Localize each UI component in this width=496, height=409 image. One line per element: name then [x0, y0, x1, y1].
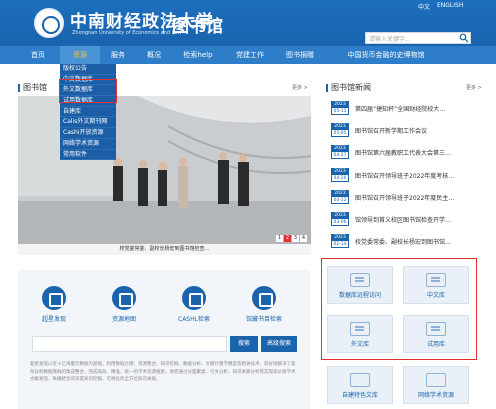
news-date: 2023 04-20: [331, 168, 349, 182]
nav-party-building[interactable]: 党建工作: [228, 46, 272, 64]
tool-label: 资源地图: [111, 316, 136, 323]
photo-caption[interactable]: 校党委常委、副校长杨宏到图书馆检查…: [18, 244, 311, 255]
tool-cashl[interactable]: CASHL检索: [168, 286, 220, 323]
news-item[interactable]: 2023 05-05 图书馆召开新学期工作会议: [331, 123, 481, 138]
tile-label: 网络学术资源: [417, 392, 454, 399]
catalog-icon: [252, 286, 276, 310]
discovery-icon: [42, 286, 66, 310]
tile-label: 自建特色文库: [341, 392, 378, 399]
dropdown-highlight-box: [59, 79, 117, 103]
tile-foreign-db[interactable]: 外文库: [327, 315, 393, 353]
advanced-search-button[interactable]: 高级搜索: [261, 336, 297, 352]
trial-db-icon: [426, 322, 446, 336]
news-title[interactable]: 图书馆召开新学期工作会议: [355, 126, 483, 135]
tile-self-built[interactable]: 自建特色文库: [327, 366, 393, 404]
tile-label: 数据库远程访问: [338, 292, 381, 299]
site-header: 中南财经政法大学 Zhongnan University of Economic…: [0, 0, 496, 46]
news-date: 2023 02-14: [331, 234, 349, 248]
nav-services[interactable]: 服务: [100, 46, 136, 64]
main-nav: 首页 资源 服务 概况 检索help 党建工作 图书捐赠 中国货币金融的史博物馆: [0, 46, 496, 64]
chinese-db-icon: [426, 273, 446, 287]
news-title[interactable]: 第四届“捷知杯”全国财经院校大…: [355, 104, 483, 113]
search-panel: 超星发现 资源地图 CASHL检索 馆藏书目检索 搜索 高级搜索 超星发现以近十…: [18, 270, 310, 409]
news-item[interactable]: 2023 05-11 第四届“捷知杯”全国财经院校大…: [331, 101, 481, 116]
news-title[interactable]: 图书馆召开领导班子2022年度民主…: [355, 193, 483, 202]
tool-discovery[interactable]: 超星发现: [28, 286, 80, 323]
tile-label: 试用库: [426, 341, 445, 348]
lang-zh-link[interactable]: 中文: [418, 2, 430, 11]
photo-page-2[interactable]: 2: [284, 235, 291, 242]
news-date: 2023 03-06: [331, 212, 349, 226]
tile-label: 中文库: [426, 292, 445, 299]
photo-page-4[interactable]: 4: [300, 235, 307, 242]
nav-museum[interactable]: 中国货币金融的史博物馆: [336, 46, 436, 64]
news-date: 2023 04-27: [331, 145, 349, 159]
site-search-input[interactable]: 请输入关键字...: [365, 32, 471, 44]
news-item[interactable]: 2023 04-20 图书馆召开领导班子2022年度考核…: [331, 168, 481, 183]
nav-resources[interactable]: 资源: [60, 46, 100, 64]
tool-label: 馆藏书目检索: [245, 316, 282, 323]
news-more-link[interactable]: 更多 >: [466, 84, 482, 91]
tool-resource-map[interactable]: 资源地图: [98, 286, 150, 323]
nav-book-donation[interactable]: 图书捐赠: [278, 46, 322, 64]
tile-chinese-db[interactable]: 中文库: [403, 266, 469, 304]
photo-more-link[interactable]: 更多 >: [292, 84, 308, 91]
photo-pager: 1 2 3 4: [276, 235, 307, 242]
tile-label: 外文库: [350, 341, 369, 348]
lang-en-link[interactable]: ENGLISH: [437, 2, 463, 9]
web-resource-icon: [426, 373, 446, 387]
tile-trial-db[interactable]: 试用库: [403, 315, 469, 353]
search-button[interactable]: 搜索: [230, 336, 258, 352]
nav-search-help[interactable]: 检索help: [176, 46, 220, 64]
news-item[interactable]: 2023 04-12 图书馆召开领导班子2022年度民主…: [331, 190, 481, 205]
tile-remote-access[interactable]: 数据库远程访问: [327, 266, 393, 304]
logo-divider: [163, 12, 164, 34]
news-date: 2023 05-11: [331, 101, 349, 115]
dropdown-item-calis[interactable]: Calis外文期刊网: [60, 117, 116, 129]
nav-home[interactable]: 首页: [18, 46, 58, 64]
search-icon[interactable]: [459, 33, 469, 43]
news-date: 2023 05-05: [331, 123, 349, 137]
discovery-description: 超星发现以近十亿海量元数据为基础，利用数据仓储、资源整合、知识挖掘、数据分析、文…: [30, 362, 296, 382]
news-title[interactable]: 图书馆第六届教职工代表大会第三…: [355, 148, 483, 157]
photo-page-1[interactable]: 1: [276, 235, 283, 242]
news-item[interactable]: 2023 02-14 校党委常委、副校长杨宏到图书馆…: [331, 234, 481, 249]
news-date: 2023 04-12: [331, 190, 349, 204]
dropdown-item-copyright[interactable]: 版权公告: [60, 64, 116, 75]
dropdown-item-cashl[interactable]: Cashi开放资源: [60, 128, 116, 139]
news-item[interactable]: 2023 04-27 图书馆第六届教职工代表大会第三…: [331, 145, 481, 160]
discovery-search-input[interactable]: [32, 336, 227, 352]
cashl-icon: [182, 286, 206, 310]
university-name-en: Zhongnan University of Economics and Law: [72, 30, 182, 36]
news-section-title: 图书馆新闻: [326, 82, 371, 93]
university-seal-icon[interactable]: [34, 8, 64, 38]
map-icon: [112, 286, 136, 310]
tool-label: CASHL检索: [178, 316, 210, 323]
remote-access-icon: [350, 273, 370, 287]
foreign-db-icon: [350, 322, 370, 336]
dropdown-item-web-resources[interactable]: 网络学术资源: [60, 139, 116, 150]
site-title[interactable]: 图书馆: [172, 12, 223, 37]
photo-page-3[interactable]: 3: [292, 235, 299, 242]
news-item[interactable]: 2023 03-06 馆领导到首义校区图书馆检查开学…: [331, 212, 481, 227]
news-title[interactable]: 图书馆召开领导班子2022年度考核…: [355, 171, 483, 180]
tool-catalog[interactable]: 馆藏书目检索: [238, 286, 290, 323]
dropdown-item-software[interactable]: 常用软件: [60, 150, 116, 161]
tile-web-resources[interactable]: 网络学术资源: [403, 366, 469, 404]
dropdown-item-self-built[interactable]: 自建库: [60, 107, 116, 118]
tool-label: 超星发现: [41, 316, 66, 323]
photo-section-title: 图书馆: [18, 82, 47, 93]
news-title[interactable]: 馆领导到首义校区图书馆检查开学…: [355, 215, 483, 224]
self-built-icon: [350, 373, 370, 387]
nav-overview[interactable]: 概况: [136, 46, 172, 64]
news-title[interactable]: 校党委常委、副校长杨宏到图书馆…: [355, 237, 483, 246]
